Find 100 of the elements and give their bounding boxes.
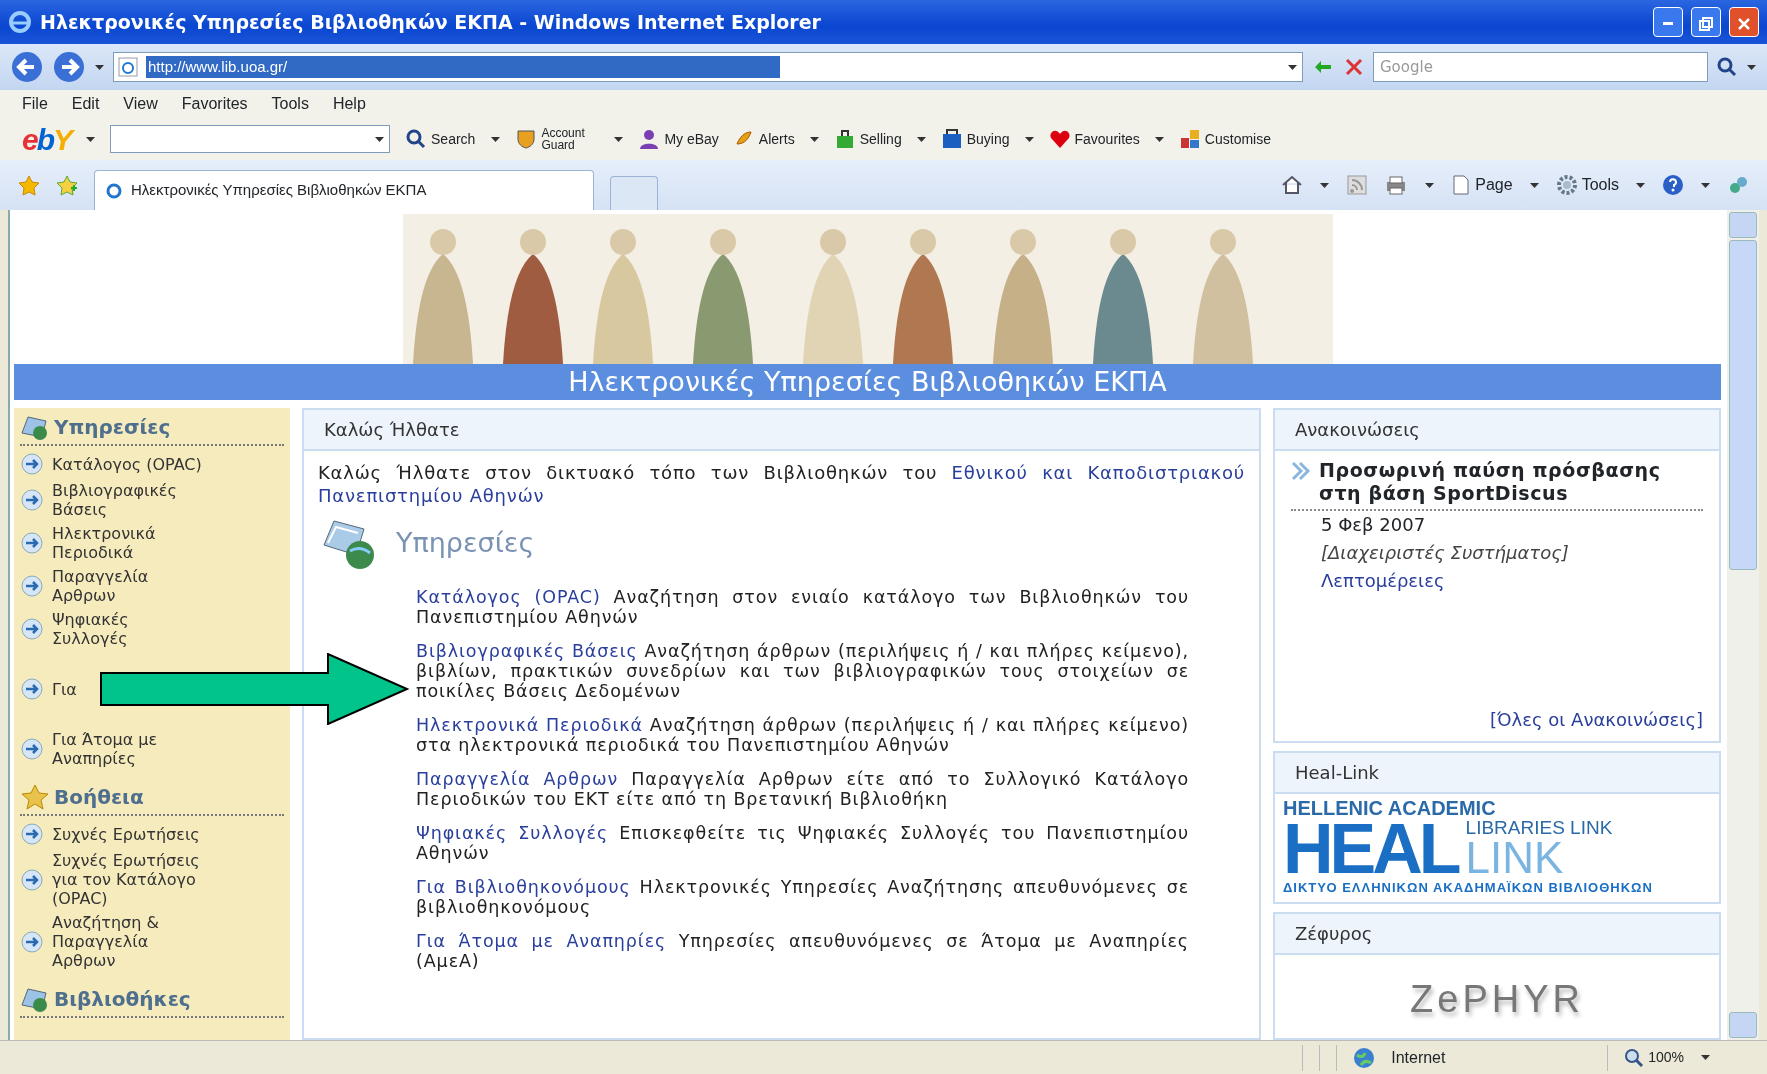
restore-button[interactable] — [1691, 7, 1721, 37]
caret-icon[interactable] — [1528, 180, 1540, 190]
service-description: Για Άτομα με Αναπηρίες Υπηρεσίες απευθυνόμενες σε Άτομα με Αναπηρίες (ΑμεΑ) — [416, 931, 1189, 971]
sidebar-link[interactable]: Συχνές Ερωτήσεις — [52, 824, 200, 844]
help-icon[interactable] — [1662, 174, 1684, 196]
tools-menu-button[interactable]: Tools — [1555, 173, 1619, 197]
section-heading: Βιβλιοθήκες — [54, 986, 191, 1013]
toolbar-button[interactable]: My eBay — [638, 128, 719, 150]
stop-icon[interactable] — [1343, 56, 1365, 78]
sidebar-link[interactable]: Παραγγελία Αρθρων — [52, 567, 208, 605]
search-button[interactable]: Search — [404, 127, 477, 151]
service-description: Παραγγελία Αρθρων Παραγγελία Αρθρων είτε από το Συλλογικό Κατάλογο Περιοδικών του ΕΚΤ είτε από τη Βρετανική Βιβλιοθήκη — [416, 769, 1189, 809]
menu-item[interactable]: Help — [332, 92, 366, 116]
caret-icon[interactable] — [808, 134, 820, 144]
add-favorite-icon[interactable] — [56, 174, 78, 196]
forward-icon[interactable] — [52, 50, 86, 84]
caret-icon[interactable] — [374, 134, 386, 144]
service-description: Για Βιβλιοθηκονόμους Ηλεκτρονικές Υπηρεσίες Αναζήτησης απευθυνόμενες σε βιβλιοθηκονόμους — [416, 877, 1189, 917]
caret-icon[interactable] — [1746, 62, 1757, 72]
caret-icon[interactable] — [1424, 180, 1436, 190]
star-icon — [20, 783, 50, 811]
toolbar-button[interactable]: Favourites — [1048, 128, 1140, 150]
details-link[interactable]: Λεπτομέρειες — [1321, 567, 1445, 595]
sidebar-link[interactable]: Για Άτομα με Αναπηρίες — [52, 730, 208, 768]
sidebar-link[interactable]: Ψηφιακές Συλλογές — [52, 610, 208, 648]
service-link[interactable]: Για Άτομα με Αναπηρίες — [416, 931, 667, 951]
sidebar-link[interactable]: Συχνές Ερωτήσεις για τον Κατάλογο (OPAC) — [52, 851, 208, 908]
toolbar-button[interactable]: Buying — [940, 128, 1010, 150]
arrow-circle-icon[interactable] — [20, 929, 44, 954]
search-icon[interactable] — [1716, 56, 1738, 78]
star-icon[interactable] — [18, 174, 40, 196]
home-icon[interactable] — [1281, 174, 1304, 196]
arrow-circle-icon[interactable] — [20, 531, 44, 555]
sidebar-link[interactable]: Κατάλογος (OPAC) — [52, 454, 202, 474]
caret-icon[interactable] — [94, 62, 105, 72]
sidebar-link[interactable]: Βιβλιογραφικές Βάσεις — [52, 481, 208, 519]
service-link[interactable]: Για Βιβλιοθηκονόμους — [416, 877, 631, 897]
caret-icon[interactable] — [85, 134, 97, 144]
briefcase-icon — [940, 128, 963, 150]
search-field[interactable] — [110, 125, 391, 153]
arrow-circle-icon[interactable] — [20, 822, 44, 846]
arrow-circle-icon[interactable] — [20, 867, 44, 892]
caret-icon[interactable] — [1023, 134, 1035, 144]
feed-icon[interactable] — [1346, 174, 1369, 196]
service-link[interactable]: Κατάλογος (OPAC) — [416, 587, 601, 607]
arrow-circle-icon[interactable] — [20, 617, 44, 641]
address-field[interactable]: http://www.lib.uoa.gr/ — [113, 52, 1303, 82]
page-icon — [1451, 174, 1472, 196]
banner-title: Ηλεκτρονικές Υπηρεσίες Βιβλιοθηκών ΕΚΠΑ — [14, 364, 1721, 400]
menu-item[interactable]: Favorites — [181, 92, 248, 116]
page-menu-button[interactable]: Page — [1451, 173, 1513, 197]
service-link[interactable]: Ψηφιακές Συλλογές — [416, 823, 609, 843]
blocks-icon — [1178, 128, 1201, 150]
caret-icon[interactable] — [490, 134, 502, 144]
service-description: Ψηφιακές Συλλογές Επισκεφθείτε τις Ψηφιακές Συλλογές του Πανεπιστημίου Αθηνών — [416, 823, 1189, 863]
arrow-circle-icon[interactable] — [20, 677, 44, 701]
zoom-button[interactable]: 100% — [1624, 1047, 1684, 1068]
close-button[interactable] — [1729, 7, 1759, 37]
menu-item[interactable]: File — [22, 92, 48, 116]
menu-item[interactable]: Edit — [71, 92, 100, 116]
caret-icon[interactable] — [1319, 180, 1331, 190]
browser-tab[interactable]: Ηλεκτρονικές Υπηρεσίες Βιβλιοθηκών ΕΚΠΑ — [94, 170, 594, 210]
back-icon[interactable] — [10, 50, 44, 84]
caret-icon[interactable] — [613, 134, 625, 144]
caret-icon[interactable] — [915, 134, 927, 144]
arrow-circle-icon[interactable] — [20, 737, 44, 761]
arrow-circle-icon[interactable] — [20, 488, 44, 512]
arrow-circle-icon[interactable] — [20, 452, 44, 476]
service-link[interactable]: Βιβλιογραφικές Βάσεις — [416, 641, 638, 661]
person-icon — [638, 128, 661, 150]
sidebar-link[interactable]: Για — [52, 679, 77, 699]
gear-icon — [1555, 174, 1578, 196]
toolbar-button[interactable]: Selling — [833, 128, 902, 150]
toolbar-button[interactable]: Customise — [1178, 128, 1271, 150]
minimize-icon — [1663, 22, 1673, 25]
sidebar-link[interactable]: Ηλεκτρονικά Περιοδικά — [52, 524, 208, 562]
caret-icon[interactable] — [1700, 180, 1711, 190]
toolbar-button[interactable]: Account Guard — [515, 127, 600, 151]
service-link[interactable]: Ηλεκτρονικά Περιοδικά — [416, 715, 643, 735]
caret-icon[interactable] — [1700, 1053, 1711, 1062]
ebay-logo[interactable]: ebY — [22, 116, 72, 162]
caret-icon[interactable] — [1153, 134, 1165, 144]
menu-item[interactable]: View — [123, 92, 158, 116]
announcement-title[interactable]: Προσωρινή παύση πρόσβασης στη βάση SportDiscus — [1319, 459, 1703, 505]
caret-icon[interactable] — [1635, 180, 1646, 190]
sidebar-link[interactable]: Αναζήτηση & Παραγγελία Αρθρων — [52, 913, 208, 970]
folder-globe-icon — [20, 413, 50, 441]
caret-icon[interactable] — [1287, 62, 1298, 72]
zone-label: Internet — [1391, 1047, 1447, 1068]
service-link[interactable]: Παραγγελία Αρθρων — [416, 769, 619, 789]
minimize-button[interactable] — [1653, 7, 1683, 37]
panel-header: Heal-Link — [1275, 753, 1719, 794]
logo[interactable]: ZePHYR — [1410, 977, 1584, 1020]
heart-icon — [1048, 128, 1071, 150]
section-heading: Υπηρεσίες — [396, 525, 535, 560]
toolbar-button[interactable]: Alerts — [732, 128, 795, 150]
scrollbar-thumb[interactable] — [1729, 240, 1757, 570]
menu-item[interactable]: Tools — [271, 92, 309, 116]
arrow-circle-icon[interactable] — [20, 574, 44, 598]
all-announcements-link[interactable]: [Όλες οι Ανακοινώσεις] — [1489, 709, 1703, 730]
